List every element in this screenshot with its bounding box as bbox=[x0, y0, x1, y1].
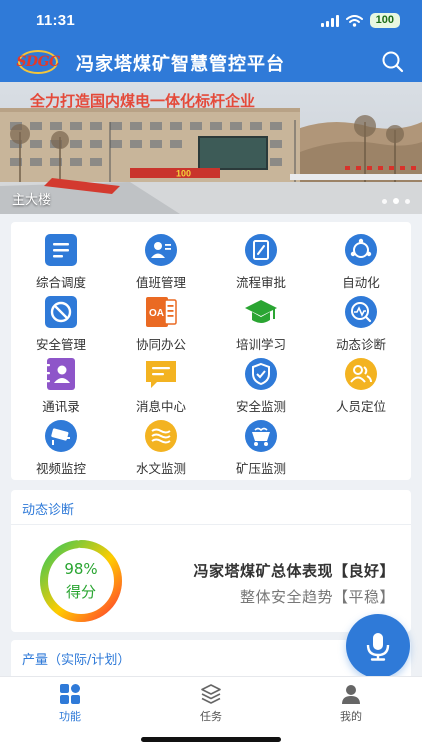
grid-item-safety-management[interactable]: 安全管理 bbox=[11, 294, 111, 356]
tab-label: 我的 bbox=[340, 710, 362, 723]
tab-functions[interactable]: 功能 bbox=[30, 683, 110, 724]
diagnosis-card[interactable]: 动态诊断 98% 得分 冯家塔煤矿总体表现【良好】 整体安全趋势【平稳】 bbox=[11, 490, 411, 632]
carousel-dot-active[interactable] bbox=[393, 198, 399, 204]
voice-button[interactable] bbox=[346, 614, 410, 678]
grid-label: 安全管理 bbox=[35, 337, 86, 352]
grid-label: 协同办公 bbox=[135, 337, 186, 352]
diagnosis-title: 动态诊断 bbox=[22, 503, 75, 518]
grid-item-training[interactable]: 培训学习 bbox=[211, 294, 311, 356]
grid-item-approval[interactable]: 流程审批 bbox=[211, 232, 311, 294]
banner-caption: 主大楼 bbox=[12, 193, 52, 208]
grid-item-personnel[interactable]: 人员定位 bbox=[311, 356, 411, 418]
grid-label: 矿压监测 bbox=[235, 461, 286, 476]
logo-text: SDGC bbox=[16, 54, 60, 70]
grid-label: 动态诊断 bbox=[335, 337, 386, 352]
grid-item-safety-monitor[interactable]: 安全监测 bbox=[211, 356, 311, 418]
duty-icon bbox=[145, 234, 177, 266]
banner-board-text: 100 bbox=[176, 169, 191, 179]
microphone-icon bbox=[366, 633, 390, 661]
grid-item-messages[interactable]: 消息中心 bbox=[111, 356, 211, 418]
wifi-icon bbox=[345, 14, 363, 27]
mine-cart-icon bbox=[245, 420, 277, 452]
approval-icon bbox=[245, 234, 277, 266]
water-icon bbox=[145, 420, 177, 452]
personnel-icon bbox=[345, 358, 377, 390]
grid-label: 培训学习 bbox=[235, 337, 286, 352]
score-label: 得分 bbox=[65, 583, 96, 601]
status-bar: 11:31 100 bbox=[0, 0, 422, 40]
graduation-cap-icon bbox=[245, 300, 277, 323]
automation-icon bbox=[345, 234, 377, 266]
diagnosis-trend: 整体安全趋势【平稳】 bbox=[239, 588, 395, 606]
production-title: 产量（实际/计划） bbox=[22, 653, 131, 668]
battery-indicator: 100 bbox=[369, 13, 400, 28]
banner-sign-text: 全力打造国内煤电一体化标杆企业 bbox=[29, 92, 255, 110]
dispatch-icon bbox=[45, 234, 77, 266]
grid-label: 通讯录 bbox=[42, 399, 80, 414]
grid-item-contacts[interactable]: 通讯录 bbox=[11, 356, 111, 418]
grid-item-diagnosis[interactable]: 动态诊断 bbox=[311, 294, 411, 356]
search-icon[interactable] bbox=[380, 49, 406, 75]
function-grid: 综合调度 值班管理 流程审批 自动化 安全管理 OA 协同办公 培训学习 动态诊… bbox=[11, 232, 411, 480]
tab-label: 任务 bbox=[200, 710, 222, 723]
tab-profile[interactable]: 我的 bbox=[311, 683, 391, 724]
message-icon bbox=[146, 361, 176, 388]
grid-label: 消息中心 bbox=[135, 399, 186, 414]
status-icons: 100 bbox=[320, 13, 400, 28]
user-icon bbox=[342, 685, 360, 704]
banner-carousel[interactable]: 100 全力打造国内煤电一体化标杆企业 主大楼 bbox=[0, 82, 422, 214]
tab-label: 功能 bbox=[59, 710, 81, 723]
grid-item-office[interactable]: OA 协同办公 bbox=[111, 294, 211, 356]
grid-item-automation[interactable]: 自动化 bbox=[311, 232, 411, 294]
shield-icon bbox=[245, 358, 277, 390]
grid-label: 人员定位 bbox=[335, 399, 386, 414]
app-header: 11:31 100 SDGC 冯家塔煤矿智慧管控平台 bbox=[0, 0, 422, 82]
carousel-dot[interactable] bbox=[405, 198, 410, 204]
carousel-dot[interactable] bbox=[382, 198, 387, 204]
grid-label: 水文监测 bbox=[135, 461, 186, 476]
diagnosis-icon bbox=[345, 296, 377, 328]
office-icon: OA bbox=[146, 297, 177, 327]
diagnosis-summary: 冯家塔煤矿总体表现【良好】 bbox=[193, 562, 395, 580]
grid-item-dispatch[interactable]: 综合调度 bbox=[11, 232, 111, 294]
carousel-indicator[interactable] bbox=[382, 198, 410, 204]
grid-label: 综合调度 bbox=[35, 275, 86, 290]
grid-label: 安全监测 bbox=[235, 399, 286, 414]
tab-tasks[interactable]: 任务 bbox=[171, 683, 251, 724]
grid-label: 值班管理 bbox=[135, 275, 186, 290]
layers-icon bbox=[201, 684, 221, 704]
contacts-icon bbox=[45, 358, 75, 390]
page-title: 冯家塔煤矿智慧管控平台 bbox=[76, 54, 285, 75]
grid-item-water[interactable]: 水文监测 bbox=[111, 418, 211, 480]
grid-item-mine-pressure[interactable]: 矿压监测 bbox=[211, 418, 311, 480]
safety-management-icon bbox=[45, 296, 77, 328]
grid-label: 视频监控 bbox=[35, 461, 86, 476]
company-logo: SDGC bbox=[12, 50, 64, 74]
home-indicator bbox=[141, 737, 281, 742]
divider bbox=[11, 524, 411, 525]
grid-label: 流程审批 bbox=[235, 275, 286, 290]
banner-image: 100 全力打造国内煤电一体化标杆企业 bbox=[0, 82, 422, 214]
title-bar: SDGC 冯家塔煤矿智慧管控平台 bbox=[0, 42, 422, 82]
grid-label: 自动化 bbox=[342, 275, 380, 290]
grid-icon bbox=[60, 684, 80, 704]
status-time: 11:31 bbox=[36, 12, 76, 29]
function-grid-card: 综合调度 值班管理 流程审批 自动化 安全管理 OA 协同办公 培训学习 动态诊… bbox=[11, 222, 411, 480]
office-icon-text: OA bbox=[149, 308, 164, 319]
grid-item-video[interactable]: 视频监控 bbox=[11, 418, 111, 480]
signal-icon bbox=[320, 14, 339, 27]
score-percent: 98% bbox=[64, 560, 98, 578]
camera-icon bbox=[45, 420, 77, 452]
grid-item-duty[interactable]: 值班管理 bbox=[111, 232, 211, 294]
